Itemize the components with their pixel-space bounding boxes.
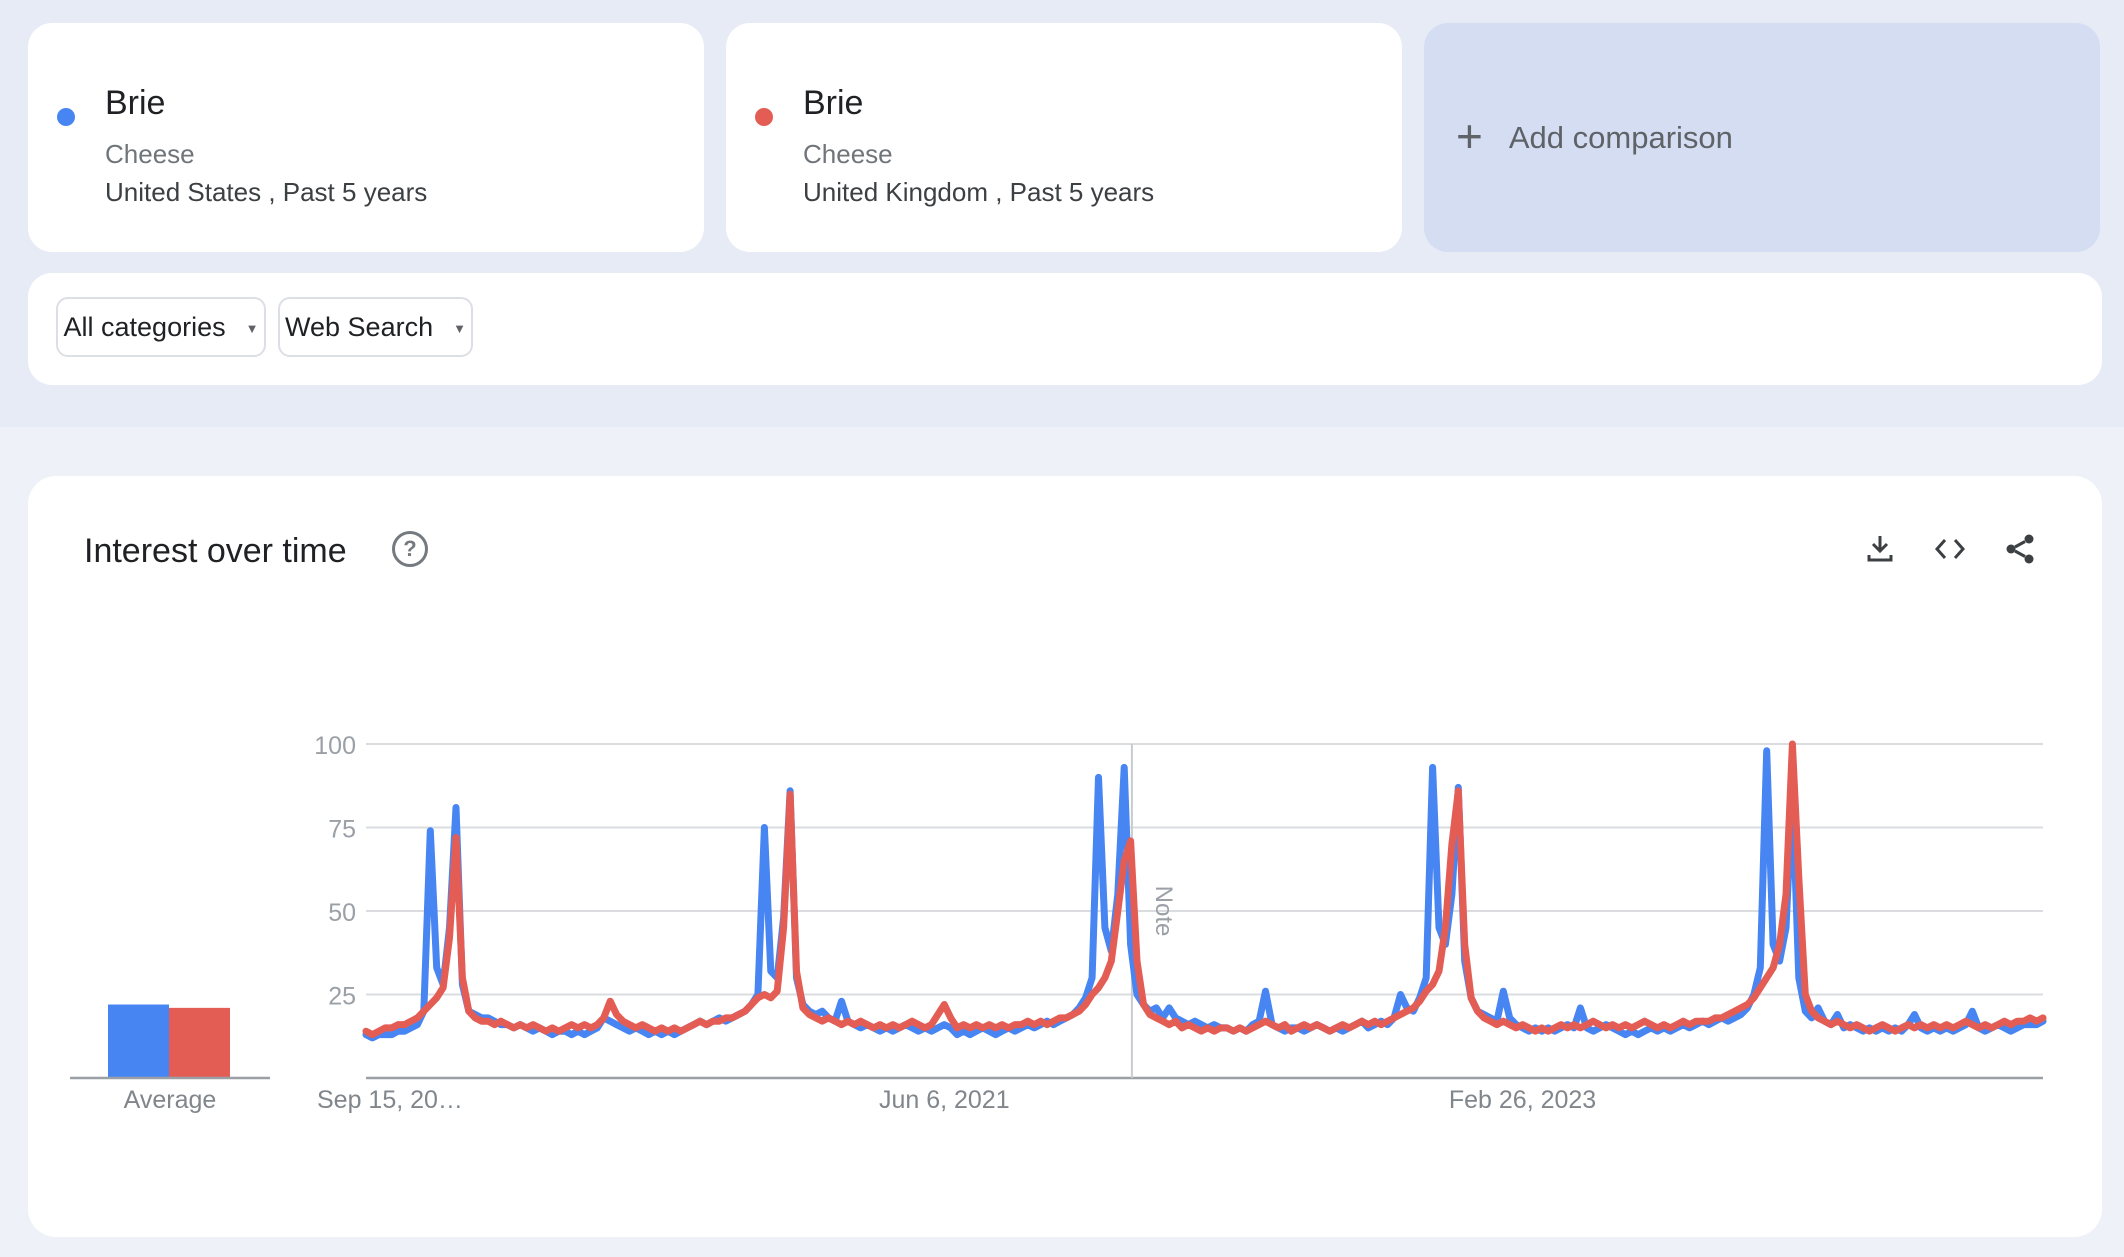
x-axis-label: Jun 6, 2021 — [879, 1086, 1010, 1114]
comparison-cards-row: Brie Cheese United States , Past 5 years… — [28, 23, 2100, 252]
y-axis-label: 75 — [328, 816, 356, 844]
trend-line-uk[interactable] — [362, 740, 2047, 1039]
series-color-dot-uk-icon — [755, 108, 773, 126]
note-label[interactable]: Note — [1150, 886, 1177, 937]
category-filter-value: All categories — [63, 311, 226, 342]
interest-over-time-card: Interest over time ? 25 50 75 100 Note S… — [28, 476, 2102, 1237]
term-card-united-states[interactable]: Brie Cheese United States , Past 5 years — [28, 23, 704, 252]
y-axis-label: 50 — [328, 899, 356, 927]
average-bar-us[interactable] — [108, 1004, 169, 1078]
term-scope: United States , Past 5 years — [105, 177, 428, 207]
chevron-down-icon: ▼ — [453, 321, 466, 336]
term-type: Cheese — [803, 139, 893, 169]
y-axis-label: 100 — [314, 732, 356, 760]
search-type-filter-value: Web Search — [285, 311, 434, 342]
category-filter-dropdown[interactable]: All categories ▼ — [56, 297, 266, 357]
add-comparison-button[interactable]: + Add comparison — [1424, 23, 2100, 252]
term-type: Cheese — [105, 139, 195, 169]
x-axis-label: Feb 26, 2023 — [1449, 1086, 1596, 1114]
average-label: Average — [124, 1086, 217, 1114]
x-axis-label: Sep 15, 20… — [317, 1086, 463, 1114]
chevron-down-icon: ▼ — [245, 321, 259, 336]
plus-icon: + — [1456, 109, 1483, 162]
y-axis-label: 25 — [328, 983, 356, 1011]
average-bar-uk[interactable] — [169, 1007, 230, 1078]
filter-bar: All categories ▼ Web Search ▼ — [28, 273, 2102, 385]
series-color-dot-us-icon — [57, 108, 75, 126]
interest-over-time-chart[interactable]: 25 50 75 100 Note Sep 15, 20… Jun 6, 2021 Feb 2… — [28, 476, 2102, 1237]
term-keyword: Brie — [803, 84, 864, 122]
search-type-filter-dropdown[interactable]: Web Search ▼ — [278, 297, 473, 357]
explore-header: Brie Cheese United States , Past 5 years… — [0, 0, 2124, 427]
term-keyword: Brie — [105, 84, 166, 122]
add-comparison-label: Add comparison — [1508, 119, 1733, 155]
term-card-united-kingdom[interactable]: Brie Cheese United Kingdom , Past 5 year… — [726, 23, 1402, 252]
term-scope: United Kingdom , Past 5 years — [803, 177, 1155, 207]
